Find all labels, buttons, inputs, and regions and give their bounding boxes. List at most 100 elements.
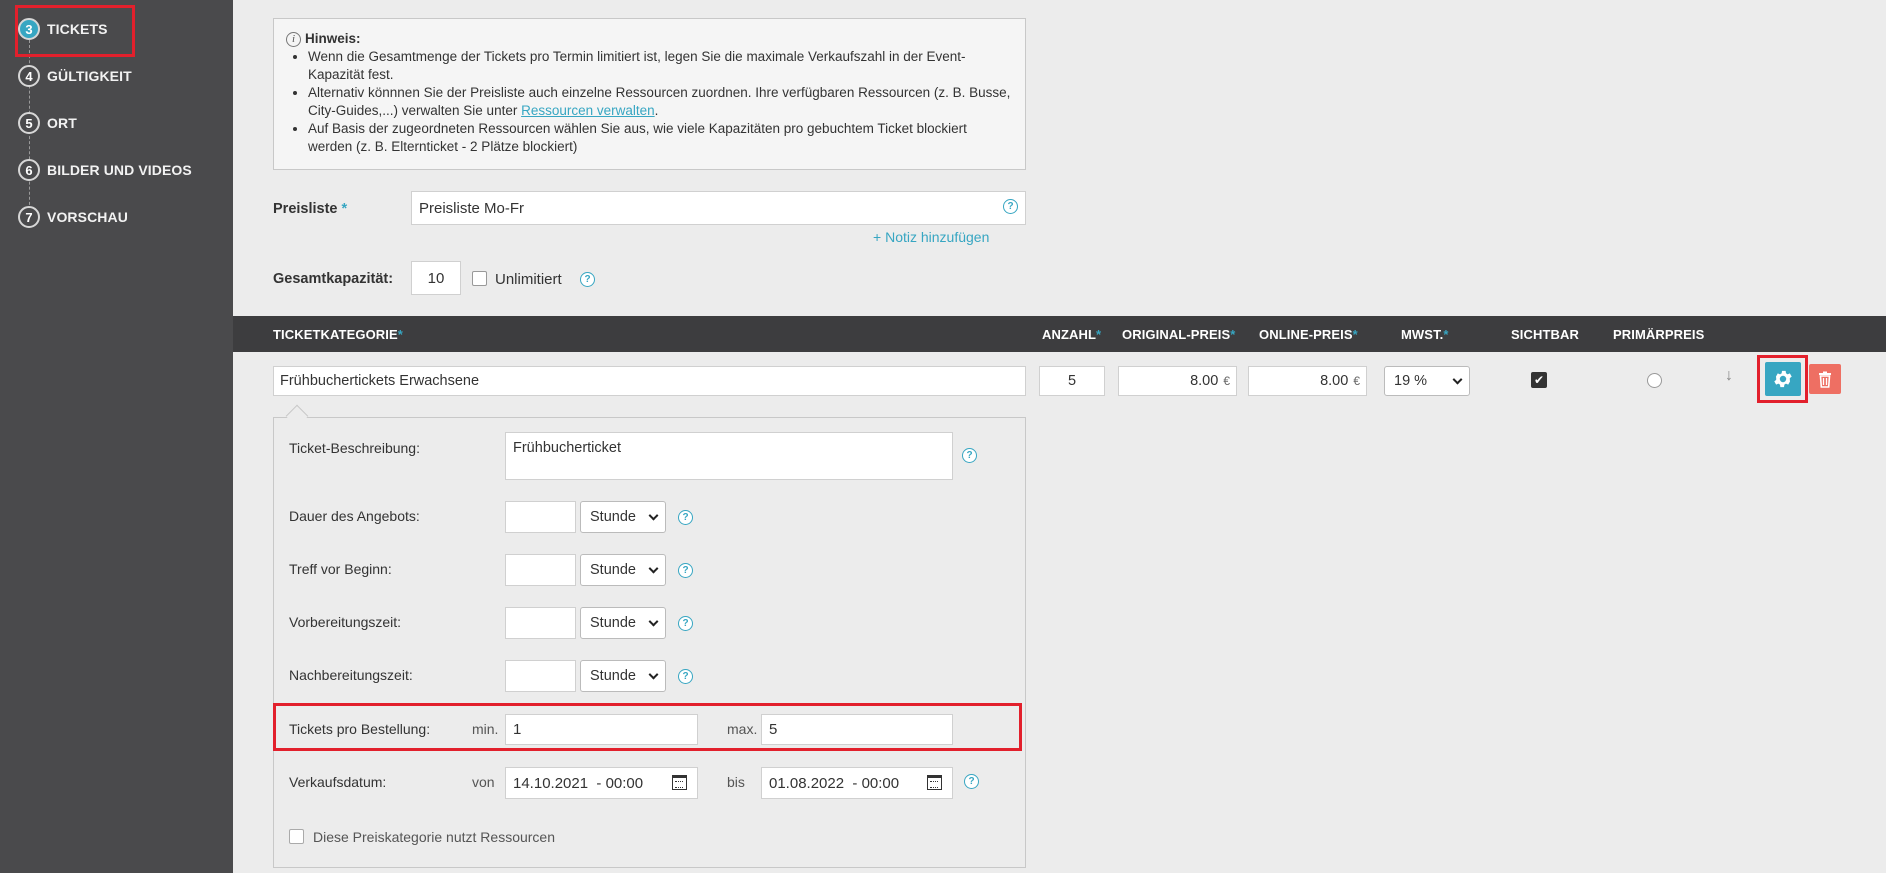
required-marker: * (397, 327, 403, 342)
step-tickets[interactable]: 3 TICKETS (18, 16, 108, 42)
visible-checkbox[interactable]: ✔ (1531, 372, 1547, 388)
step-bilder-videos[interactable]: 6 BILDER UND VIDEOS (18, 157, 192, 183)
step-number: 6 (18, 159, 40, 181)
help-icon[interactable]: ? (678, 563, 693, 578)
pricelist-value: Preisliste Mo-Fr (419, 199, 525, 217)
meet-unit-value: Stunde (590, 562, 636, 578)
delete-button[interactable] (1809, 364, 1841, 394)
from-label: von (472, 774, 495, 790)
col-count: ANZAHL* (1042, 327, 1101, 342)
duration-label: Dauer des Angebots: (289, 508, 420, 524)
step-vorschau[interactable]: 7 VORSCHAU (18, 204, 128, 230)
currency-symbol: € (1353, 374, 1360, 388)
step-label: TICKETS (47, 21, 108, 37)
min-tickets-input[interactable]: 1 (505, 714, 698, 745)
gear-icon (1774, 370, 1792, 388)
move-down-icon[interactable]: ↓ (1725, 367, 1733, 385)
help-icon[interactable]: ? (580, 272, 595, 287)
chevron-down-icon (648, 510, 659, 521)
col-category-text: TICKETKATEGORIE (273, 327, 398, 342)
uses-resources-checkbox[interactable] (289, 829, 304, 844)
meet-input[interactable] (505, 554, 576, 586)
hint-item-text: Alternativ könnnen Sie der Preisliste au… (308, 85, 1011, 118)
to-label: bis (727, 774, 745, 790)
pricelist-label-text: Preisliste (273, 201, 338, 217)
duration-unit-select[interactable]: Stunde (580, 501, 666, 533)
ticket-category-value: Frühbuchertickets Erwachsene (280, 373, 480, 389)
max-label: max. (727, 721, 758, 737)
col-count-text: ANZAHL (1042, 327, 1097, 342)
step-ort[interactable]: 5 ORT (18, 110, 77, 136)
help-icon[interactable]: ? (1003, 199, 1018, 214)
capacity-label: Gesamtkapazität: (273, 271, 394, 287)
original-price-value: 8.00 (1190, 373, 1219, 389)
online-price-input[interactable]: 8.00 € (1248, 366, 1367, 396)
prep-input[interactable] (505, 607, 576, 639)
ticket-count-input[interactable]: 5 (1039, 366, 1105, 396)
vat-value: 19 % (1394, 373, 1428, 389)
ticket-table-header: TICKETKATEGORIE* ANZAHL* ORIGINAL-PREIS*… (233, 316, 1886, 352)
original-price-input[interactable]: 8.00 € (1118, 366, 1237, 396)
manage-resources-link[interactable]: Ressourcen verwalten (521, 103, 655, 118)
col-primary-price: PRIMÄRPREIS (1613, 327, 1705, 342)
hint-list: Wenn die Gesamtmenge der Tickets pro Ter… (308, 48, 1013, 156)
max-tickets-input[interactable]: 5 (761, 714, 953, 745)
add-note-link[interactable]: + Notiz hinzufügen (873, 229, 989, 245)
col-online-price: ONLINE-PREIS* (1259, 327, 1358, 342)
unlimited-checkbox[interactable] (472, 271, 487, 286)
capacity-input[interactable]: 10 (411, 261, 461, 295)
post-unit-select[interactable]: Stunde (580, 660, 666, 692)
col-vat: MWST.* (1401, 327, 1449, 342)
help-icon[interactable]: ? (678, 669, 693, 684)
post-unit-value: Stunde (590, 668, 636, 684)
vat-select[interactable]: 19 % (1384, 366, 1470, 396)
col-visible: SICHTBAR (1511, 327, 1579, 342)
post-label: Nachbereitungszeit: (289, 667, 413, 683)
uses-resources-label: Diese Preiskategorie nutzt Ressourcen (313, 829, 556, 845)
meet-unit-select[interactable]: Stunde (580, 554, 666, 586)
add-note-text: Notiz hinzufügen (885, 229, 990, 245)
ticket-category-input[interactable]: Frühbuchertickets Erwachsene (273, 366, 1026, 396)
help-icon[interactable]: ? (962, 448, 977, 463)
chevron-down-icon (648, 669, 659, 680)
duration-input[interactable] (505, 501, 576, 533)
calendar-icon[interactable] (672, 775, 687, 790)
step-label: VORSCHAU (47, 209, 128, 225)
help-icon[interactable]: ? (964, 774, 979, 789)
info-icon: i (286, 31, 301, 47)
post-input[interactable] (505, 660, 576, 692)
primary-price-radio[interactable] (1647, 373, 1662, 388)
step-gueltigkeit[interactable]: 4 GÜLTIGKEIT (18, 63, 132, 89)
pricelist-input[interactable]: Preisliste Mo-Fr (411, 191, 1026, 225)
min-tickets-value: 1 (513, 721, 522, 738)
capacity-value: 10 (427, 269, 445, 287)
required-marker: * (1230, 327, 1236, 342)
step-number: 5 (18, 112, 40, 134)
sale-date-label: Verkaufsdatum: (289, 774, 387, 790)
help-icon[interactable]: ? (678, 510, 693, 525)
step-number: 7 (18, 206, 40, 228)
step-number: 4 (18, 65, 40, 87)
main-content: i Hinweis: Wenn die Gesamtmenge der Tick… (233, 0, 1886, 873)
unlimited-label: Unlimitiert (495, 271, 562, 288)
chevron-down-icon (648, 563, 659, 574)
help-icon[interactable]: ? (678, 616, 693, 631)
hint-header: i Hinweis: (286, 30, 1013, 48)
prep-unit-select[interactable]: Stunde (580, 607, 666, 639)
description-textarea[interactable]: Frühbucherticket (505, 432, 953, 480)
required-marker: * (341, 201, 348, 217)
chevron-down-icon (648, 616, 659, 627)
description-label: Ticket-Beschreibung: (289, 440, 420, 456)
online-price-value: 8.00 (1320, 373, 1349, 389)
step-label: ORT (47, 115, 77, 131)
sale-from-input[interactable]: 14.10.2021 - 00:00 (505, 767, 698, 799)
hint-link-suffix: . (654, 103, 659, 118)
sale-to-input[interactable]: 01.08.2022 - 00:00 (761, 767, 953, 799)
step-label: GÜLTIGKEIT (47, 68, 132, 84)
ticket-details-panel (273, 417, 1026, 868)
sale-from-value: 14.10.2021 - 00:00 (513, 774, 644, 792)
calendar-icon[interactable] (927, 775, 942, 790)
settings-button[interactable] (1765, 362, 1801, 396)
col-online-price-text: ONLINE-PREIS (1259, 327, 1353, 342)
plus-icon: + (873, 229, 886, 245)
